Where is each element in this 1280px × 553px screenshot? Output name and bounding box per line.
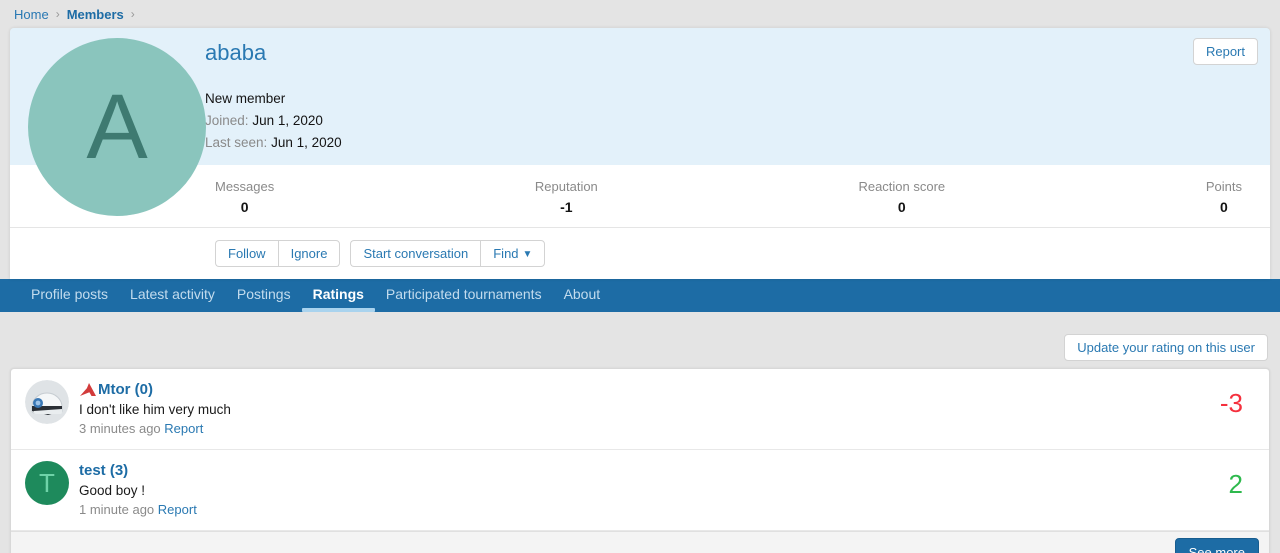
rating-row: Mtor (0) I don't like him very much 3 mi…: [11, 369, 1269, 450]
joined-row: Joined: Jun 1, 2020: [205, 110, 1258, 132]
stat-value: -1: [535, 199, 598, 215]
follow-button[interactable]: Follow: [215, 240, 278, 267]
joined-value: Jun 1, 2020: [252, 113, 323, 128]
last-seen-value: Jun 1, 2020: [271, 135, 342, 150]
chevron-down-icon: ▼: [523, 249, 533, 260]
report-button[interactable]: Report: [1193, 38, 1258, 65]
profile-stats-section: Messages 0 Reputation -1 Reaction score …: [10, 165, 1270, 279]
rater-avatar[interactable]: [25, 380, 69, 424]
ratings-list: Mtor (0) I don't like him very much 3 mi…: [10, 368, 1270, 553]
stat-reaction-score: Reaction score 0: [858, 179, 945, 215]
stat-label: Points: [1206, 179, 1242, 194]
rating-row: T test (3) Good boy ! 1 minute ago Repor…: [11, 450, 1269, 531]
rating-timestamp: 3 minutes ago: [79, 421, 161, 436]
stat-label: Messages: [215, 179, 274, 194]
breadcrumb-arrow-icon: ›: [56, 7, 60, 21]
tab-ratings[interactable]: Ratings: [302, 279, 375, 312]
stat-reputation: Reputation -1: [535, 179, 598, 215]
rater-name-link[interactable]: Mtor (0): [98, 381, 153, 398]
ignore-button[interactable]: Ignore: [278, 240, 341, 267]
joined-label: Joined:: [205, 113, 249, 128]
stat-label: Reputation: [535, 179, 598, 194]
update-rating-button[interactable]: Update your rating on this user: [1064, 334, 1268, 361]
stat-value: 0: [1206, 199, 1242, 215]
start-conversation-button[interactable]: Start conversation: [350, 240, 480, 267]
last-seen-row: Last seen: Jun 1, 2020: [205, 132, 1258, 154]
profile-tabbar: Profile posts Latest activity Postings R…: [0, 279, 1280, 312]
rater-name-row: test (3): [79, 462, 1229, 479]
rating-timestamp: 1 minute ago: [79, 502, 154, 517]
rating-meta: 1 minute ago Report: [79, 502, 1229, 517]
stat-messages: Messages 0: [215, 179, 274, 215]
stats-row: Messages 0 Reputation -1 Reaction score …: [10, 165, 1270, 228]
stat-label: Reaction score: [858, 179, 945, 194]
rating-meta: 3 minutes ago Report: [79, 421, 1220, 436]
report-rating-link[interactable]: Report: [164, 421, 203, 436]
avatar[interactable]: A: [28, 38, 206, 216]
see-more-button[interactable]: See more: [1175, 538, 1259, 553]
stat-value: 0: [215, 199, 274, 215]
breadcrumb: Home › Members ›: [0, 0, 1280, 28]
tab-latest-activity[interactable]: Latest activity: [119, 279, 226, 312]
stat-points: Points 0: [1206, 179, 1242, 215]
breadcrumb-arrow-icon: ›: [131, 7, 135, 21]
rater-name-link[interactable]: test (3): [79, 462, 128, 479]
rating-score: -3: [1220, 388, 1243, 436]
red-team-logo-icon: [79, 383, 96, 396]
breadcrumb-members-link[interactable]: Members: [67, 7, 124, 22]
profile-actions: Follow Ignore Start conversation Find ▼: [10, 228, 1270, 279]
avatar-letter: A: [86, 75, 147, 180]
rating-score: 2: [1229, 469, 1243, 517]
find-label: Find: [493, 246, 518, 261]
report-rating-link[interactable]: Report: [158, 502, 197, 517]
rater-name-row: Mtor (0): [79, 381, 1220, 398]
update-rating-row: Update your rating on this user: [0, 312, 1280, 368]
ratings-footer: See more: [11, 531, 1269, 553]
rating-comment: Good boy !: [79, 483, 1229, 498]
avatar-letter: T: [39, 468, 55, 499]
stat-value: 0: [858, 199, 945, 215]
find-dropdown-button[interactable]: Find ▼: [480, 240, 545, 267]
rater-avatar[interactable]: T: [25, 461, 69, 505]
breadcrumb-home-link[interactable]: Home: [14, 7, 49, 22]
profile-card: A ababa Report New member Joined: Jun 1,…: [10, 28, 1270, 279]
rating-comment: I don't like him very much: [79, 402, 1220, 417]
tab-about[interactable]: About: [553, 279, 612, 312]
helmet-avatar-image: [25, 380, 69, 424]
page-title: ababa: [205, 38, 266, 66]
member-title: New member: [205, 88, 1258, 110]
tab-postings[interactable]: Postings: [226, 279, 302, 312]
tab-profile-posts[interactable]: Profile posts: [20, 279, 119, 312]
last-seen-label: Last seen:: [205, 135, 267, 150]
tab-participated-tournaments[interactable]: Participated tournaments: [375, 279, 553, 312]
